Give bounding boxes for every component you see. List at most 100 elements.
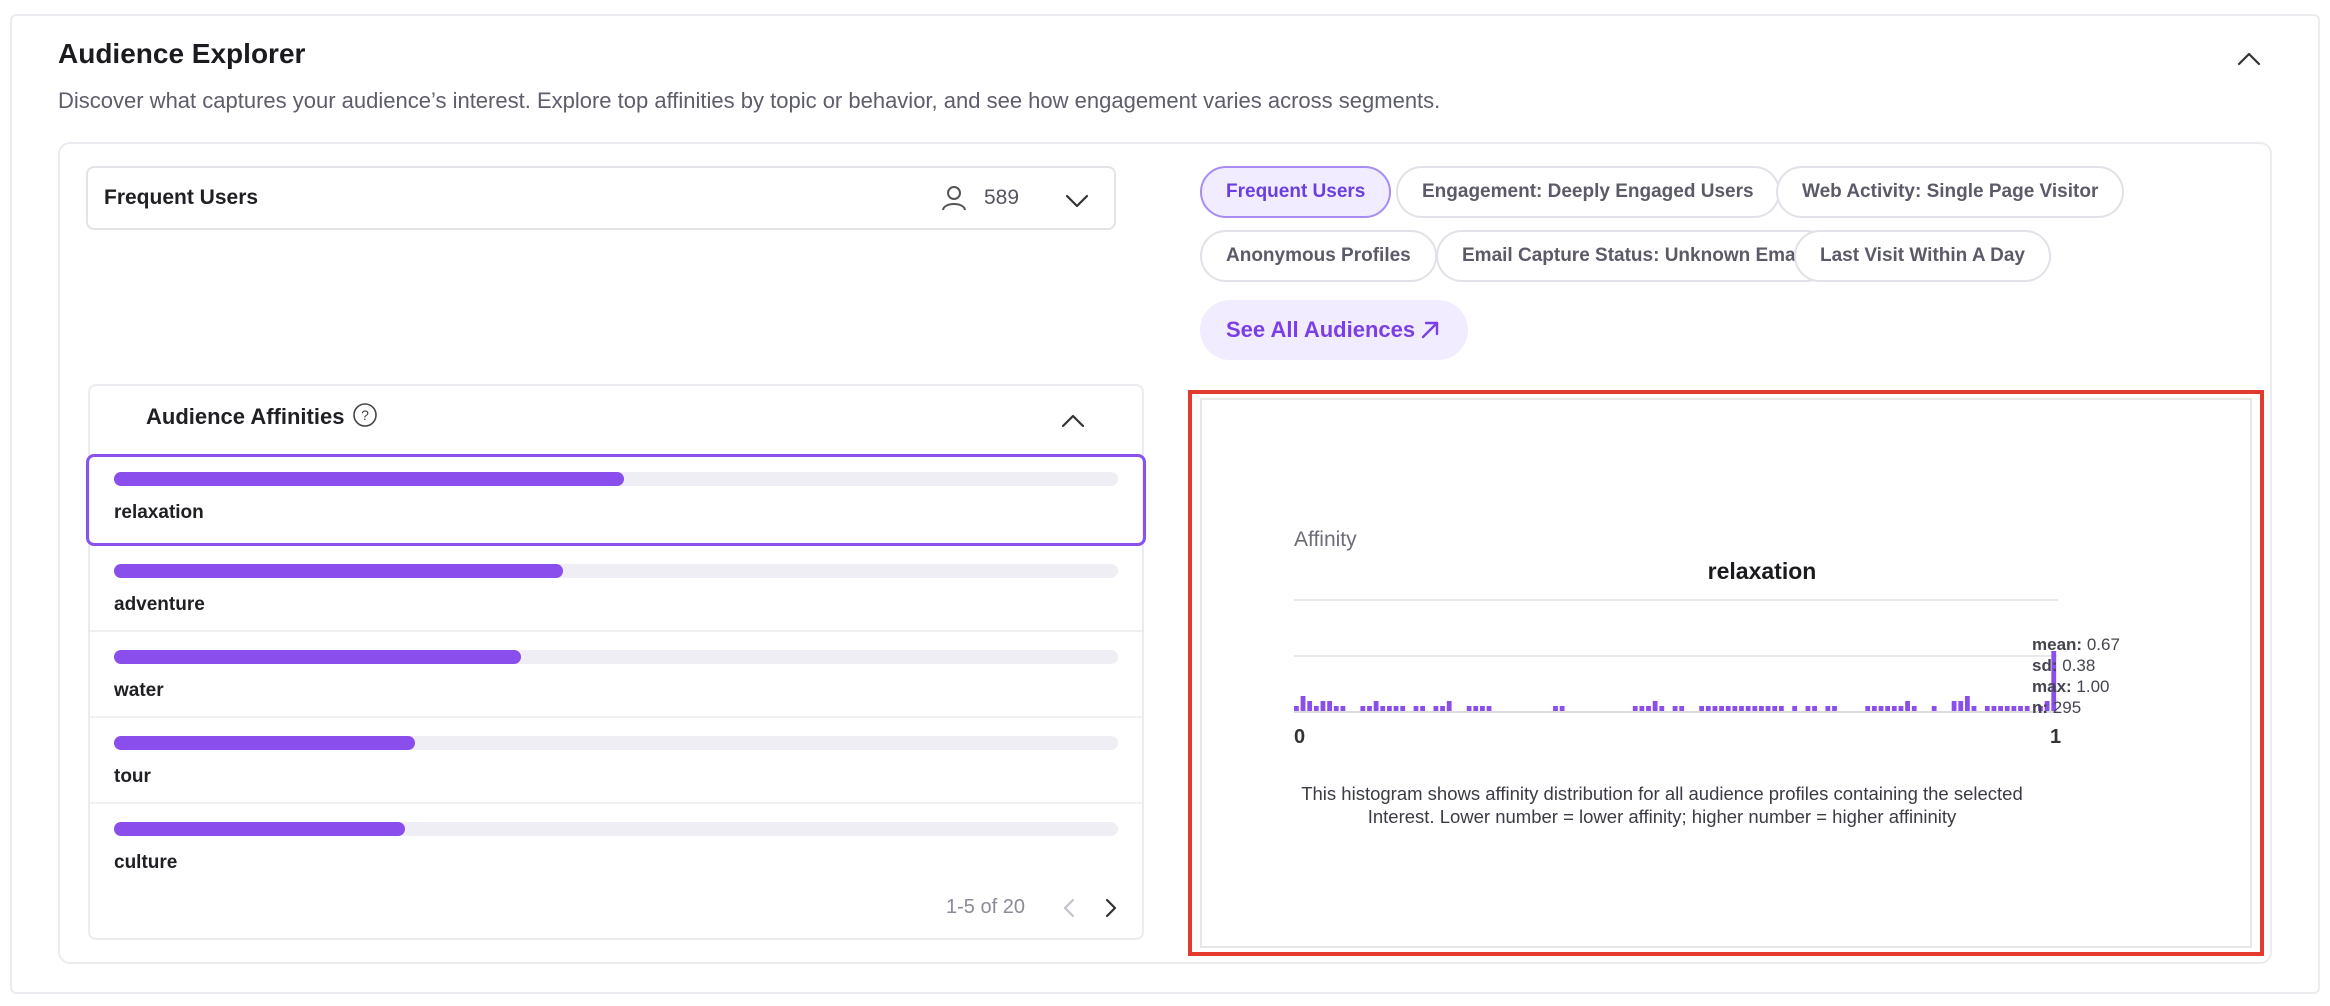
histogram-bar bbox=[1825, 706, 1831, 711]
selected-audience-label: Frequent Users bbox=[104, 186, 259, 209]
histogram-bar bbox=[1885, 706, 1891, 711]
chip-anonymous-profiles[interactable]: Anonymous Profiles bbox=[1200, 230, 1437, 282]
histogram-stats: mean: 0.67 sd: 0.38 max: 1.00 n: 295 bbox=[2032, 634, 2120, 718]
affinity-bar-track bbox=[114, 472, 1118, 486]
histogram-bar bbox=[1732, 706, 1738, 711]
histogram-bar bbox=[1878, 706, 1884, 711]
chip-frequent-users[interactable]: Frequent Users bbox=[1200, 166, 1392, 218]
histogram-bar bbox=[1440, 706, 1445, 711]
histogram-bar bbox=[1765, 706, 1771, 711]
chevron-up-icon[interactable] bbox=[1058, 406, 1088, 436]
histogram-bar bbox=[2004, 706, 2010, 711]
histogram-bar bbox=[1367, 706, 1372, 711]
histogram-bar bbox=[1420, 706, 1426, 711]
histogram-bar bbox=[1646, 706, 1651, 711]
audience-selector[interactable]: Frequent Users 589 bbox=[86, 166, 1116, 230]
affinity-row-culture[interactable]: culture bbox=[90, 804, 1142, 890]
affinities-title: Audience Affinities bbox=[146, 404, 345, 429]
histogram-bar bbox=[1712, 706, 1718, 711]
see-all-audiences-button[interactable]: See All Audiences bbox=[1200, 300, 1468, 360]
histogram-bar bbox=[1486, 706, 1492, 711]
histogram-bar bbox=[1891, 706, 1897, 711]
histogram-bar bbox=[1307, 701, 1313, 711]
help-icon[interactable]: ? bbox=[352, 402, 378, 428]
histogram-bar bbox=[1752, 706, 1758, 711]
arrow-up-right-icon bbox=[1421, 321, 1439, 339]
chip-single-page-visitor[interactable]: Web Activity: Single Page Visitor bbox=[1776, 166, 2125, 218]
histogram-bar bbox=[1333, 706, 1339, 711]
chevron-down-icon[interactable] bbox=[1062, 186, 1092, 216]
affinity-label: culture bbox=[114, 852, 178, 873]
affinity-bar-fill bbox=[114, 736, 416, 750]
histogram-bar bbox=[1639, 706, 1645, 711]
histogram-bar bbox=[1705, 706, 1711, 711]
user-icon bbox=[942, 186, 966, 211]
histogram-bar bbox=[1360, 706, 1366, 711]
histogram-note: This histogram shows affinity distributi… bbox=[1301, 783, 2023, 827]
affinity-label: adventure bbox=[114, 594, 205, 615]
stat-mean: mean: 0.67 bbox=[2032, 635, 2120, 654]
histogram-bar bbox=[1393, 706, 1399, 711]
histogram-bar bbox=[1719, 706, 1724, 711]
histogram-bar bbox=[1632, 706, 1638, 711]
histogram-bar bbox=[1327, 701, 1332, 711]
affinity-bar-fill bbox=[114, 650, 521, 664]
histogram-bar bbox=[1294, 706, 1299, 711]
affinity-bar-track bbox=[114, 650, 1118, 664]
histogram-bar bbox=[1652, 701, 1658, 711]
histogram-bar bbox=[1871, 706, 1877, 711]
chevron-up-icon[interactable] bbox=[2234, 44, 2264, 74]
affinity-row-adventure[interactable]: adventure bbox=[90, 546, 1142, 632]
chevron-left-icon[interactable] bbox=[1058, 896, 1080, 920]
histogram-bar bbox=[1553, 706, 1558, 711]
histogram-bar bbox=[1400, 706, 1406, 711]
chevron-right-icon[interactable] bbox=[1100, 896, 1122, 920]
histogram-bar bbox=[1958, 701, 1964, 711]
histogram-bar bbox=[1998, 706, 2003, 711]
histogram-bar bbox=[1911, 706, 1917, 711]
histogram-bar bbox=[1480, 706, 1485, 711]
histogram-bar bbox=[2018, 706, 2023, 711]
explorer-panel: Frequent Users 589 Frequent Users Engage… bbox=[58, 142, 2272, 964]
affinity-row-water[interactable]: water bbox=[90, 632, 1142, 718]
histogram-bar bbox=[1679, 706, 1685, 711]
svg-text:?: ? bbox=[361, 407, 369, 423]
histogram-bar bbox=[1300, 696, 1306, 711]
histogram-card: Affinity relaxation 0 1 mean: 0.67 sd: 0… bbox=[1200, 398, 2252, 948]
affinity-row-relaxation[interactable]: relaxation bbox=[86, 454, 1146, 546]
stat-n: n: 295 bbox=[2032, 698, 2082, 717]
page-title: Audience Explorer bbox=[58, 38, 306, 69]
chip-last-visit-day[interactable]: Last Visit Within A Day bbox=[1794, 230, 2051, 282]
histogram-bar bbox=[1898, 706, 1904, 711]
histogram-bar bbox=[1446, 701, 1452, 711]
histogram-bar bbox=[1725, 706, 1731, 711]
histogram-bar bbox=[1805, 706, 1811, 711]
histogram-bar bbox=[1832, 706, 1837, 711]
histogram-bar bbox=[1984, 706, 1990, 711]
histogram-bar bbox=[1778, 706, 1784, 711]
histogram-bar bbox=[1905, 701, 1910, 711]
affinity-bar-track bbox=[114, 822, 1118, 836]
histogram-bar bbox=[1865, 706, 1871, 711]
histogram-bar bbox=[1931, 706, 1937, 711]
page-description: Discover what captures your audience’s i… bbox=[58, 88, 1441, 113]
chip-unknown-email[interactable]: Email Capture Status: Unknown Email bbox=[1436, 230, 1833, 282]
histogram-bar bbox=[1812, 706, 1817, 711]
affinity-row-tour[interactable]: tour bbox=[90, 718, 1142, 804]
affinity-bar-fill bbox=[114, 472, 625, 486]
histogram-bar bbox=[1659, 706, 1665, 711]
histogram-bar bbox=[1373, 701, 1379, 711]
affinity-label: water bbox=[114, 680, 164, 701]
histogram-bar bbox=[1313, 706, 1319, 711]
histogram-bar bbox=[1971, 706, 1977, 711]
histogram-bar bbox=[2011, 706, 2017, 711]
histogram-bar bbox=[1964, 696, 1970, 711]
histogram-bar bbox=[1340, 706, 1346, 711]
stat-max: max: 1.00 bbox=[2032, 677, 2110, 696]
histogram-bar bbox=[1433, 706, 1439, 711]
histogram-bar bbox=[1792, 706, 1798, 711]
chip-deeply-engaged[interactable]: Engagement: Deeply Engaged Users bbox=[1396, 166, 1780, 218]
histogram-bar bbox=[1320, 701, 1326, 711]
see-all-label: See All Audiences bbox=[1226, 317, 1416, 342]
affinity-bar-track bbox=[114, 564, 1118, 578]
